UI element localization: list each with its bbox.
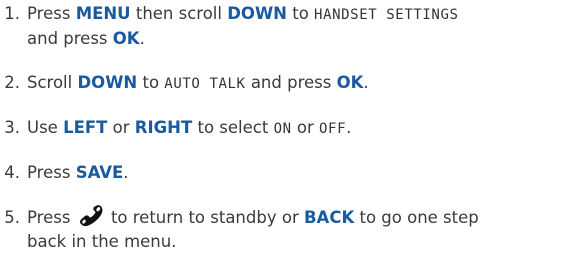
down-key-label: DOWN: [77, 73, 138, 92]
right-key-label: RIGHT: [134, 118, 193, 137]
down-key-label: DOWN: [227, 4, 287, 23]
step-number: 5.: [4, 208, 20, 227]
step-text: and press: [250, 73, 332, 92]
step-number: 2.: [4, 73, 20, 92]
step-1-line-2: and press OK.: [0, 27, 560, 50]
step-text: Scroll: [27, 73, 73, 92]
left-key-label: LEFT: [63, 118, 108, 137]
step-text: then scroll: [135, 4, 222, 23]
step-text: to go one step: [359, 208, 479, 227]
step-text: to: [142, 73, 160, 92]
ok-key-label: OK: [336, 73, 364, 92]
step-text: to: [292, 4, 309, 23]
lcd-off-text: OFF: [319, 121, 347, 137]
save-key-label: SAVE: [75, 163, 124, 182]
step-text: to return to standby or: [110, 208, 299, 227]
step-number: 3.: [4, 118, 20, 137]
step-1: 1. Press MENU then scroll DOWN to HANDSET…: [0, 2, 560, 27]
step-text: and press: [27, 29, 108, 48]
ok-key-label: OK: [112, 29, 140, 48]
lcd-menu-text: AUTO TALK: [164, 76, 246, 92]
step-text: back in the menu.: [27, 232, 177, 251]
step-5-line-2: back in the menu.: [0, 230, 560, 253]
lcd-on-text: ON: [273, 121, 292, 137]
step-text: Press: [27, 163, 71, 182]
end-call-icon: [78, 205, 104, 227]
step-text: to select: [197, 118, 269, 137]
step-text: .: [346, 118, 352, 137]
step-number: 4.: [4, 163, 20, 182]
step-text: Press: [27, 4, 71, 23]
menu-key-label: MENU: [75, 4, 131, 23]
step-text: Press: [27, 208, 71, 227]
instruction-steps: 1. Press MENU then scroll DOWN to HANDSET…: [0, 0, 577, 263]
step-number: 1.: [4, 4, 20, 23]
step-3: 3. Use LEFT or RIGHT to select ON or OFF.: [0, 116, 560, 141]
step-text: Use: [27, 118, 58, 137]
step-4: 4. Press SAVE.: [0, 161, 560, 184]
step-text: or: [296, 118, 314, 137]
step-2: 2. Scroll DOWN to AUTO TALK and press OK.: [0, 71, 560, 96]
step-text: .: [123, 163, 129, 182]
lcd-menu-text: HANDSET SETTINGS: [314, 7, 459, 23]
step-5: 5. Press to return to standby or BACK to …: [0, 205, 560, 229]
back-key-label: BACK: [303, 208, 355, 227]
step-text: .: [139, 29, 145, 48]
step-text: or: [112, 118, 130, 137]
step-text: .: [363, 73, 369, 92]
